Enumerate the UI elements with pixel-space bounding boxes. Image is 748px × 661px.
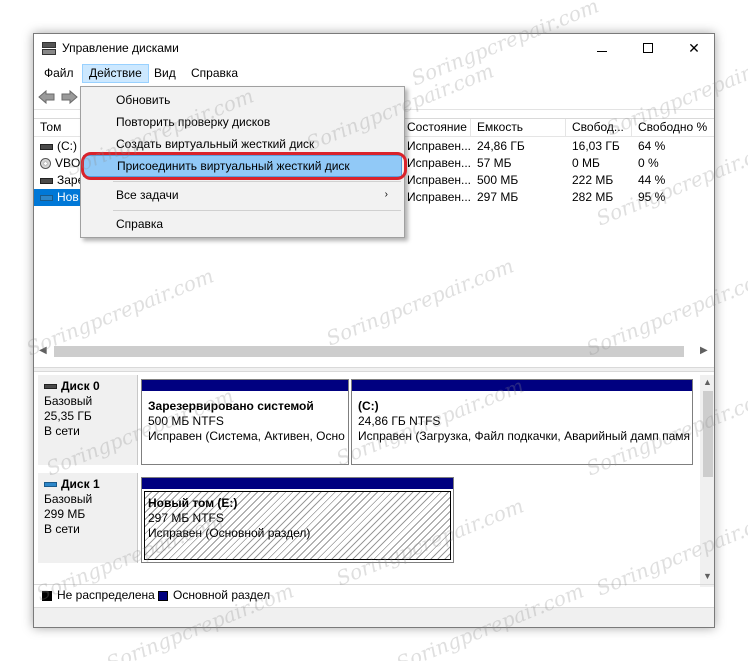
volume-free: 222 МБ — [572, 173, 614, 187]
legend-label-unallocated: Не распределена — [57, 588, 155, 602]
volume-state: Исправен... — [407, 156, 471, 170]
legend-label-primary: Основной раздел — [173, 588, 271, 602]
column-header-state[interactable]: Состояние — [401, 119, 471, 137]
menu-view[interactable]: Вид — [148, 64, 182, 83]
partition-size: 500 МБ NTFS — [148, 414, 224, 428]
volume-icon — [40, 177, 53, 184]
volume-free: 16,03 ГБ — [572, 139, 620, 153]
volume-icon — [40, 194, 53, 201]
menu-separator — [113, 210, 401, 211]
vertical-scrollbar[interactable]: ▲ ▼ — [700, 375, 714, 587]
maximize-button[interactable] — [625, 34, 671, 62]
menu-item-label: Все задачи — [116, 188, 179, 202]
partition-size: 297 МБ NTFS — [148, 511, 224, 525]
menu-item-all-tasks[interactable]: Все задачи › — [83, 184, 402, 206]
volume-icon — [40, 143, 53, 150]
disk-graphical-view: Диск 0 Базовый 25,35 ГБ В сети Зарезерви… — [34, 375, 700, 587]
volume-free-pct: 0 % — [638, 156, 659, 170]
volume-capacity: 500 МБ — [477, 173, 519, 187]
partition-name: (C:) — [358, 399, 379, 413]
volume-state: Исправен... — [407, 139, 471, 153]
disk-icon — [44, 384, 57, 390]
menu-item-refresh[interactable]: Обновить — [83, 89, 402, 111]
partition-bar — [352, 380, 692, 391]
close-button[interactable]: ✕ — [671, 34, 714, 62]
volume-name: VBOX — [55, 156, 82, 170]
volume-free-pct: 95 % — [638, 190, 666, 204]
disk-1-header[interactable]: Диск 1 Базовый 299 МБ В сети — [38, 473, 138, 563]
menu-separator — [113, 181, 401, 182]
forward-arrow-icon[interactable] — [60, 89, 80, 105]
column-header-free-pct[interactable]: Свободно % — [632, 119, 714, 137]
disk-size: 25,35 ГБ — [44, 409, 92, 423]
back-arrow-icon[interactable] — [38, 89, 58, 105]
volume-state: Исправен... — [407, 190, 471, 204]
horizontal-scrollbar[interactable]: ◀ ▶ — [34, 343, 714, 361]
volume-free-pct: 44 % — [638, 173, 666, 187]
scroll-right-icon[interactable]: ▶ — [700, 345, 708, 356]
minimize-button[interactable] — [579, 34, 625, 62]
partition-status: Исправен (Основной раздел) — [148, 526, 311, 540]
scrollbar-thumb[interactable] — [703, 391, 713, 477]
partition-name: Зарезервировано системой — [148, 399, 314, 413]
scrollbar-thumb[interactable] — [54, 346, 684, 357]
menu-item-help[interactable]: Справка — [83, 213, 402, 235]
volume-state: Исправен... — [407, 173, 471, 187]
disk-name: Диск 0 — [61, 379, 100, 393]
disk-management-icon — [42, 42, 58, 56]
title-bar: Управление дисками ✕ — [34, 34, 714, 62]
disk-status: В сети — [44, 522, 80, 536]
disk-icon — [44, 482, 57, 488]
volume-name: Заре — [57, 173, 82, 187]
legend-swatch-primary — [158, 591, 168, 601]
disk-status: В сети — [44, 424, 80, 438]
menu-item-rescan-disks[interactable]: Повторить проверку дисков — [83, 111, 402, 133]
legend-swatch-unallocated — [42, 591, 52, 601]
menu-bar: Файл Действие Вид Справка — [34, 62, 714, 84]
partition-name: Новый том (E:) — [148, 496, 238, 510]
disk-type: Базовый — [44, 492, 93, 506]
disk-name: Диск 1 — [61, 477, 100, 491]
disk-size: 299 МБ — [44, 507, 86, 521]
partition-system-reserved[interactable]: Зарезервировано системой 500 МБ NTFS Исп… — [141, 379, 349, 465]
submenu-arrow-icon: › — [384, 189, 388, 200]
disk-type: Базовый — [44, 394, 93, 408]
legend: Не распределена Основной раздел — [34, 584, 714, 606]
volume-free: 0 МБ — [572, 156, 600, 170]
partition-bar — [142, 478, 453, 489]
window-title: Управление дисками — [62, 41, 179, 55]
disk-0-header[interactable]: Диск 0 Базовый 25,35 ГБ В сети — [38, 375, 138, 465]
volume-name: (C:) — [57, 139, 77, 153]
volume-free: 282 МБ — [572, 190, 614, 204]
partition-status: Исправен (Система, Активен, Осно — [148, 429, 345, 443]
partition-c[interactable]: (C:) 24,86 ГБ NTFS Исправен (Загрузка, Ф… — [351, 379, 693, 465]
menu-file[interactable]: Файл — [38, 64, 80, 83]
volume-name: Нов — [57, 190, 79, 204]
scroll-up-icon[interactable]: ▲ — [703, 377, 712, 387]
menu-action[interactable]: Действие — [82, 64, 149, 83]
menu-help[interactable]: Справка — [185, 64, 244, 83]
pane-splitter[interactable] — [34, 367, 714, 372]
column-header-free[interactable]: Свобод... — [566, 119, 632, 137]
volume-capacity: 297 МБ — [477, 190, 519, 204]
partition-bar — [142, 380, 348, 391]
volume-capacity: 57 МБ — [477, 156, 512, 170]
status-bar — [34, 607, 714, 627]
partition-status: Исправен (Загрузка, Файл подкачки, Авари… — [358, 429, 690, 443]
partition-new-volume-e[interactable]: Новый том (E:) 297 МБ NTFS Исправен (Осн… — [141, 477, 454, 563]
column-header-capacity[interactable]: Емкость — [471, 119, 566, 137]
volume-capacity: 24,86 ГБ — [477, 139, 525, 153]
volume-free-pct: 64 % — [638, 139, 666, 153]
scroll-down-icon[interactable]: ▼ — [703, 571, 712, 581]
cd-icon — [40, 158, 51, 170]
annotation-highlight-ring — [81, 152, 407, 180]
scroll-left-icon[interactable]: ◀ — [39, 345, 47, 356]
partition-size: 24,86 ГБ NTFS — [358, 414, 441, 428]
